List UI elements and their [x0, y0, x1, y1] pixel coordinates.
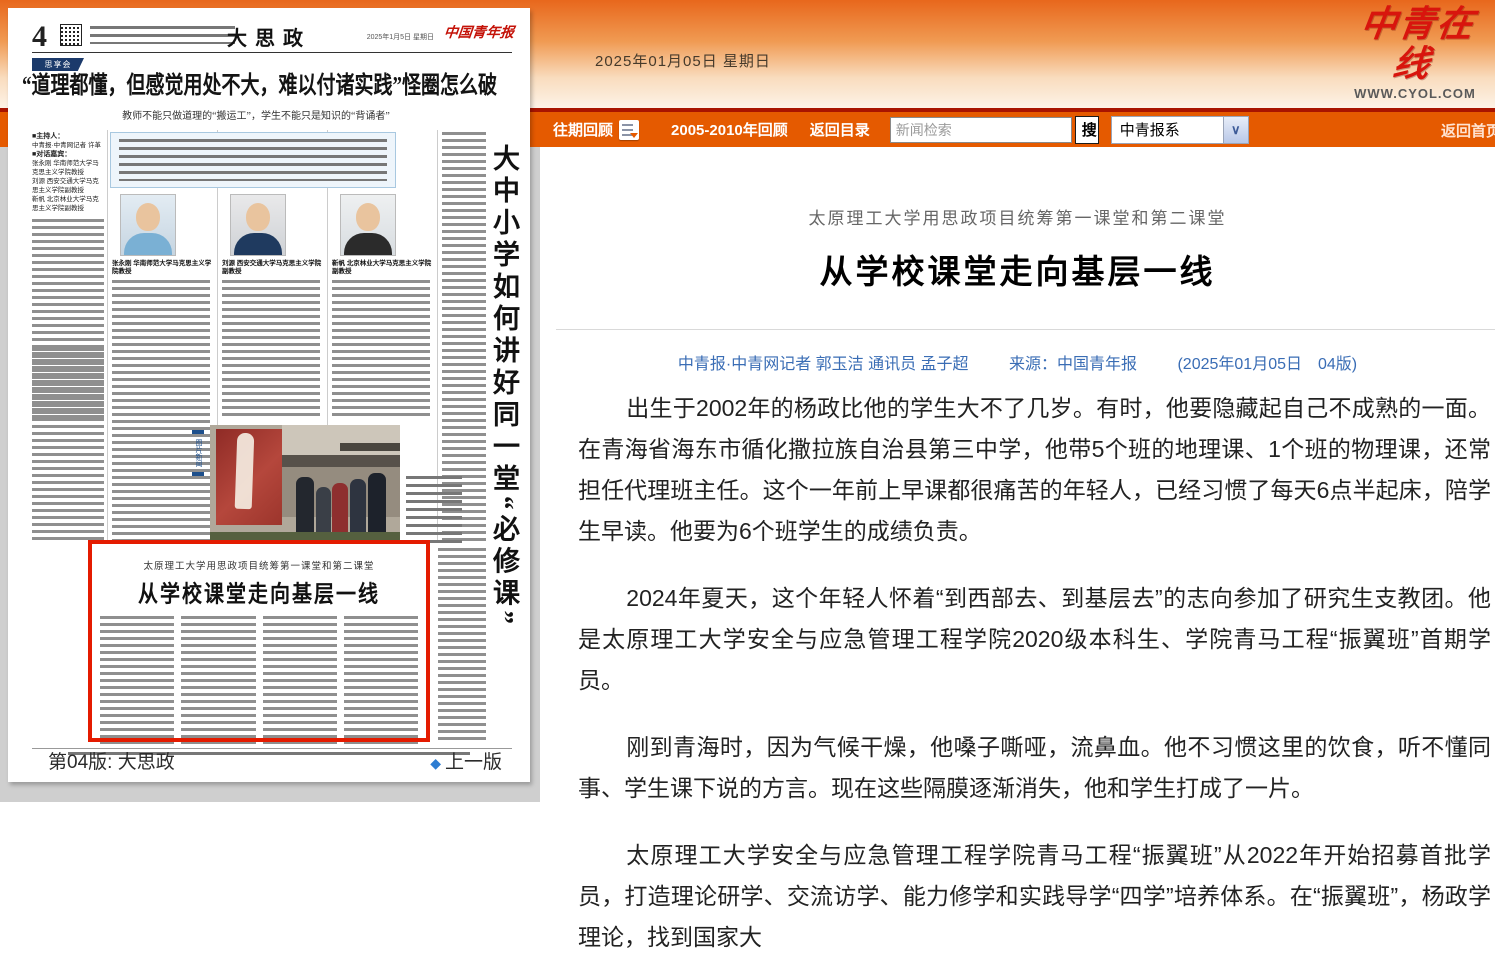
portrait-caption: 靳帆 北京林业大学马克思主义学院副教授 [332, 260, 436, 276]
paper-main-headline: “道理都懂，但感觉用处不大，难以付诸实践”怪圈怎么破 [22, 67, 490, 101]
paper-page-number: 4 [32, 20, 47, 54]
nav-archive-2005-link[interactable]: 2005-2010年回顾 [671, 119, 788, 140]
article-paragraph: 刚到青海时，因为气候干燥，他嗓子嘶哑，流鼻血。他不习惯这里的饮食，听不懂同事、学… [578, 727, 1491, 809]
issue-date: 2025年01月05日 星期日 [595, 50, 771, 71]
byline-issue: (2025年01月05日 04版) [1177, 356, 1357, 373]
logo-calligraphy-icon: 中青在线 [1339, 4, 1490, 84]
paper-brand-logo: 中国青年报 [443, 22, 515, 42]
logo-url: WWW.CYOL.COM [1345, 86, 1485, 101]
portrait-caption: 张永刚 华南师范大学马克思主义学院教授 [112, 260, 216, 276]
paper-section-masthead: 大思政 [227, 22, 311, 51]
page-label: 第04版: 大思政 [48, 747, 175, 774]
search-button[interactable]: 搜 [1075, 116, 1099, 144]
body-text-block [332, 280, 430, 418]
article-body: 出生于2002年的杨政比他的学生大不了几岁。有时，他要隐藏起自己不成熟的一面。在… [578, 388, 1491, 958]
guest-entry: 刘源 西安交通大学马克思主义学院副教授 [32, 177, 104, 195]
chevron-down-icon[interactable]: ∨ [1223, 117, 1248, 143]
body-text-block [438, 548, 486, 740]
prev-arrow-icon: ◆ [430, 755, 441, 771]
newspaper-viewer-panel: 4 大思政 2025年1月5日 星期日 中国青年报 思享会 “道理都懂，但感觉用… [8, 8, 530, 782]
article-kicker: 太原理工大学用思政项目统筹第一课堂和第二课堂 [540, 204, 1495, 229]
news-photo [210, 425, 400, 545]
lead-intro-box [110, 132, 396, 188]
article-pane: 太原理工大学用思政项目统筹第一课堂和第二课堂 从学校课堂走向基层一线 中青报·中… [540, 147, 1495, 802]
guest-portrait-photo [340, 194, 396, 256]
byline-author: 中青报·中青网记者 郭玉洁 通讯员 孟子超 [678, 356, 969, 373]
body-text-block [181, 616, 255, 744]
guest-portrait-photo [230, 194, 286, 256]
paper-header-rule [32, 52, 512, 53]
article-paragraph: 太原理工大学安全与应急管理工程学院青马工程“振翼班”从2022年开始招募首批学员… [578, 835, 1491, 958]
archive-list-icon[interactable] [619, 120, 639, 140]
paper-select-value: 中青报系 [1112, 119, 1223, 140]
prev-page-button[interactable]: ◆上一版 [430, 747, 502, 774]
newspaper-page-image[interactable]: 4 大思政 2025年1月5日 星期日 中国青年报 思享会 “道理都懂，但感觉用… [8, 8, 530, 748]
article-byline: 中青报·中青网记者 郭玉洁 通讯员 孟子超 来源：中国青年报 (2025年01月… [540, 350, 1495, 374]
body-text-block [100, 616, 174, 744]
host-name: 中青报·中青网记者 许革 [32, 141, 104, 150]
nav-home-link[interactable]: 返回首页 [1441, 120, 1495, 141]
host-label: ■主持人： [32, 132, 104, 141]
photo-caption-block [406, 476, 462, 544]
body-text-block [112, 280, 210, 542]
photo-news-tag: 图片新闻 [192, 430, 204, 476]
nav-archive-link[interactable]: 往期回顾 [553, 119, 613, 140]
article-paragraph: 出生于2002年的杨政比他的学生大不了几岁。有时，他要隐藏起自己不成熟的一面。在… [578, 388, 1491, 552]
vertical-headline: 大中小学如何讲好同一堂“必修课” [485, 144, 524, 714]
guest-portrait-photo [120, 194, 176, 256]
paper-date-line: 2025年1月5日 星期日 [367, 32, 434, 42]
article-paragraph: 2024年夏天，这个年轻人怀着“到西部去、到基层去”的志向参加了研究生支教团。他… [578, 578, 1491, 701]
boxed-article-columns [100, 616, 418, 744]
boxed-article-headline: 从学校课堂走向基层一线 [92, 575, 426, 608]
article-title: 从学校课堂走向基层一线 [540, 245, 1495, 293]
article-divider [556, 329, 1495, 330]
body-text-block [222, 280, 320, 418]
paper-select[interactable]: 中青报系 ∨ [1111, 116, 1249, 144]
byline-source: 来源：中国青年报 [1009, 356, 1137, 373]
intro-text-block [119, 139, 387, 181]
prev-page-label: 上一版 [445, 752, 502, 773]
search-input[interactable] [890, 117, 1072, 143]
body-text-block [32, 348, 104, 542]
portrait-caption: 刘源 西安交通大学马克思主义学院副教授 [222, 260, 326, 276]
body-text-block [263, 616, 337, 744]
qr-code-icon [60, 24, 82, 46]
paper-contact-lines [90, 26, 235, 44]
paper-subtitle: 教师不能只做道理的“搬运工”，学生不能只是知识的“背诵者” [22, 107, 490, 122]
viewer-footer: 第04版: 大思政 ◆上一版 [8, 744, 530, 774]
highlighted-article-box[interactable]: 太原理工大学用思政项目统筹第一课堂和第二课堂 从学校课堂走向基层一线 [88, 540, 430, 742]
site-logo[interactable]: 中青在线 WWW.CYOL.COM [1345, 4, 1485, 101]
boxed-article-kicker: 太原理工大学用思政项目统筹第一课堂和第二课堂 [92, 558, 426, 572]
guest-entry: 张永刚 华南师范大学马克思主义学院教授 [32, 159, 104, 177]
body-text-block [344, 616, 418, 744]
guests-label: ■对话嘉宾： [32, 150, 104, 159]
column-divider [107, 130, 108, 542]
guest-entry: 靳帆 北京林业大学马克思主义学院副教授 [32, 195, 104, 213]
nav-back-toc-link[interactable]: 返回目录 [810, 119, 870, 140]
